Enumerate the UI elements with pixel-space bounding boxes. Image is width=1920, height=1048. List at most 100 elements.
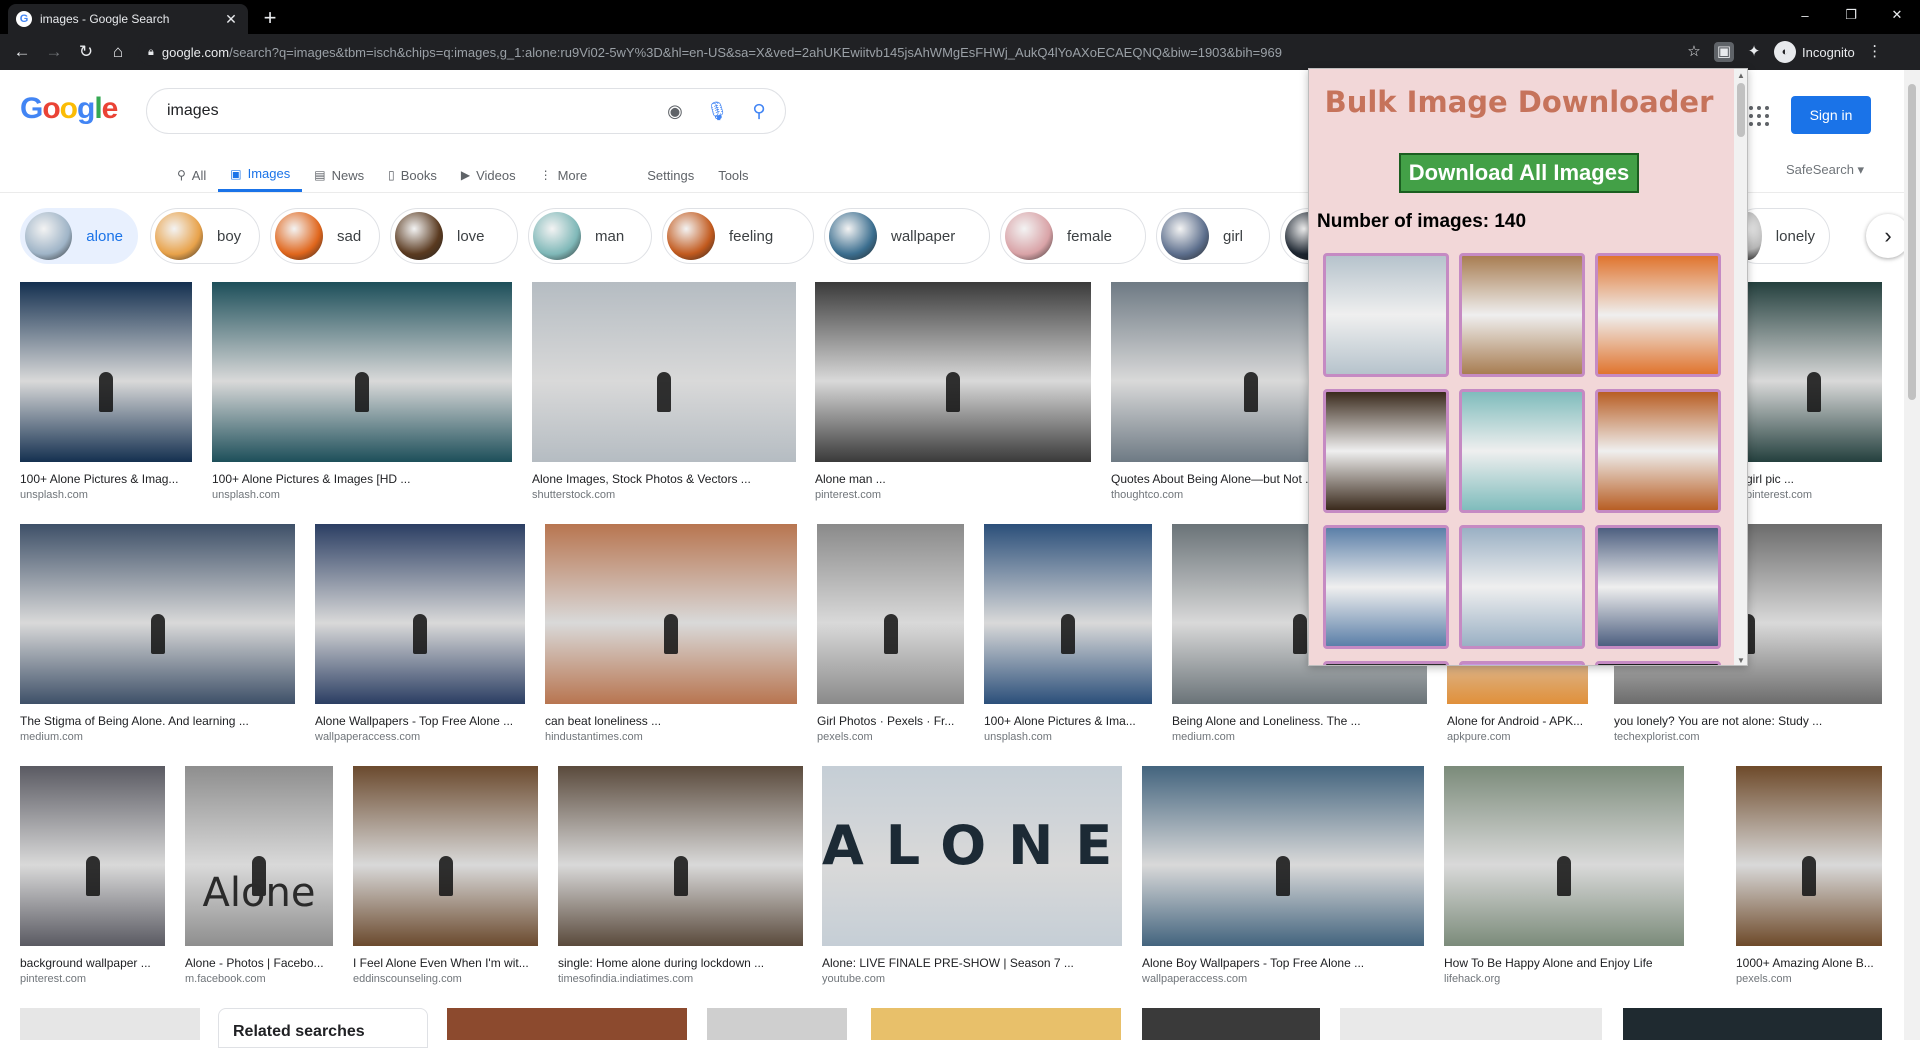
chip-2[interactable]: sad [270,208,380,264]
chip-1[interactable]: boy [150,208,260,264]
result-caption[interactable]: girl pic ... [1746,472,1882,486]
image-result[interactable]: 1000+ Amazing Alone B... pexels.com [1736,766,1882,985]
new-tab-button[interactable]: + [258,5,282,31]
downloader-thumbnail[interactable] [1595,389,1721,513]
image-result[interactable]: background wallpaper ... pinterest.com [20,766,165,985]
image-result[interactable]: Alone Alone - Photos | Facebo... m.faceboo… [185,766,333,985]
bulk-image-downloader-extension-icon[interactable]: ▣ [1714,42,1734,62]
result-thumbnail[interactable] [817,524,964,704]
result-caption[interactable]: The Stigma of Being Alone. And learning … [20,714,295,728]
image-result[interactable]: Alone Boy Wallpapers - Top Free Alone ..… [1142,766,1424,985]
image-result[interactable]: can beat loneliness ... hindustantimes.co… [545,524,797,743]
downloader-thumbnail[interactable] [1323,661,1449,665]
image-result-partial[interactable] [871,1008,1121,1040]
chip-0[interactable]: alone [20,208,138,264]
tab-images[interactable]: ▣ Images [218,158,303,192]
chip-8[interactable]: girl [1156,208,1270,264]
image-result[interactable]: 100+ Alone Pictures & Images [HD ... unsp… [212,282,512,501]
chip-5[interactable]: feeling [662,208,814,264]
result-caption[interactable]: How To Be Happy Alone and Enjoy Life [1444,956,1684,970]
chip-7[interactable]: female [1000,208,1146,264]
image-result[interactable]: ALONE Alone: LIVE FINALE PRE-SHOW | Seaso… [822,766,1122,985]
browser-tab[interactable]: G images - Google Search ✕ [8,4,248,34]
downloader-thumbnail[interactable] [1323,253,1449,377]
result-caption[interactable]: can beat loneliness ... [545,714,797,728]
downloader-thumbnail[interactable] [1595,661,1721,665]
image-result[interactable]: Alone Images, Stock Photos & Vectors ...… [532,282,796,501]
result-thumbnail[interactable] [1736,766,1882,946]
result-thumbnail[interactable]: Alone [185,766,333,946]
result-thumbnail[interactable] [353,766,538,946]
incognito-profile-button[interactable]: ◐ Incognito [1774,41,1855,63]
downloader-thumbnail[interactable] [1323,525,1449,649]
microphone-icon[interactable]: 🎙︎ [705,99,729,123]
image-result-partial[interactable] [1142,1008,1320,1040]
image-result[interactable]: 100+ Alone Pictures & Ima... unsplash.com [984,524,1152,743]
minimize-button[interactable]: – [1782,0,1828,30]
bookmark-star-icon[interactable]: ☆ [1684,42,1704,62]
restore-button[interactable]: ❐ [1828,0,1874,30]
forward-arrow-icon[interactable]: → [42,41,66,63]
close-window-button[interactable]: ✕ [1874,0,1920,30]
image-result[interactable]: I Feel Alone Even When I'm wit... eddinsc… [353,766,538,985]
result-thumbnail[interactable] [1142,766,1424,946]
chip-4[interactable]: man [528,208,652,264]
result-caption[interactable]: 100+ Alone Pictures & Images [HD ... [212,472,512,486]
result-thumbnail[interactable] [815,282,1091,462]
result-caption[interactable]: Alone Boy Wallpapers - Top Free Alone ..… [1142,956,1424,970]
image-result[interactable]: Girl Photos · Pexels · Fr... pexels.com [817,524,964,743]
result-caption[interactable]: 100+ Alone Pictures & Ima... [984,714,1152,728]
image-result-partial[interactable] [20,1008,200,1040]
result-thumbnail[interactable] [532,282,796,462]
browser-menu-icon[interactable]: ⋮ [1865,42,1885,62]
scroll-down-icon[interactable]: ▼ [1737,656,1745,665]
result-thumbnail[interactable] [545,524,797,704]
image-result[interactable]: single: Home alone during lockdown ... ti… [558,766,803,985]
result-caption[interactable]: Alone - Photos | Facebo... [185,956,333,970]
result-caption[interactable]: Alone for Android - APK... [1447,714,1588,728]
popup-scrollbar[interactable]: ▲ ▼ [1734,69,1747,665]
downloader-thumbnail[interactable] [1459,525,1585,649]
result-thumbnail[interactable] [20,766,165,946]
result-caption[interactable]: 100+ Alone Pictures & Imag... [20,472,192,486]
result-caption[interactable]: Girl Photos · Pexels · Fr... [817,714,964,728]
downloader-thumbnail[interactable] [1595,525,1721,649]
popup-scrollbar-thumb[interactable] [1737,83,1745,137]
image-result[interactable]: How To Be Happy Alone and Enjoy Life life… [1444,766,1684,985]
result-thumbnail[interactable] [20,282,192,462]
download-all-button[interactable]: Download All Images [1399,153,1639,193]
result-thumbnail[interactable] [315,524,525,704]
image-result-partial[interactable] [1340,1008,1602,1040]
tab-all[interactable]: ⚲ All [165,158,218,192]
downloader-thumbnail[interactable] [1459,389,1585,513]
home-icon[interactable]: ⌂ [106,41,130,63]
image-result[interactable]: 100+ Alone Pictures & Imag... unsplash.co… [20,282,192,501]
result-thumbnail[interactable] [558,766,803,946]
image-result-partial[interactable] [707,1008,847,1040]
downloader-thumbnail[interactable] [1459,253,1585,377]
result-caption[interactable]: I Feel Alone Even When I'm wit... [353,956,538,970]
page-scrollbar[interactable] [1904,70,1920,1040]
result-caption[interactable]: Alone Wallpapers - Top Free Alone ... [315,714,525,728]
result-caption[interactable]: 1000+ Amazing Alone B... [1736,956,1882,970]
scrollbar-thumb[interactable] [1908,84,1916,400]
result-thumbnail[interactable] [212,282,512,462]
google-logo[interactable]: Google [20,92,118,126]
image-result-partial[interactable] [447,1008,687,1040]
back-arrow-icon[interactable]: ← [10,41,34,63]
result-caption[interactable]: Alone: LIVE FINALE PRE-SHOW | Season 7 .… [822,956,1122,970]
tools-link[interactable]: Tools [706,158,760,192]
result-caption[interactable]: background wallpaper ... [20,956,165,970]
result-caption[interactable]: single: Home alone during lockdown ... [558,956,803,970]
tab-books[interactable]: ▯ Books [376,158,449,192]
downloader-thumbnail[interactable] [1459,661,1585,665]
search-input[interactable] [167,102,645,120]
result-caption[interactable]: Alone man ... [815,472,1091,486]
result-caption[interactable]: you lonely? You are not alone: Study ... [1614,714,1882,728]
image-result[interactable]: Alone man ... pinterest.com [815,282,1091,501]
scroll-up-icon[interactable]: ▲ [1737,71,1745,80]
tab-close-icon[interactable]: ✕ [222,11,240,28]
image-result[interactable]: The Stigma of Being Alone. And learning … [20,524,295,743]
result-thumbnail[interactable] [1444,766,1684,946]
tab-news[interactable]: ▤ News [302,158,376,192]
